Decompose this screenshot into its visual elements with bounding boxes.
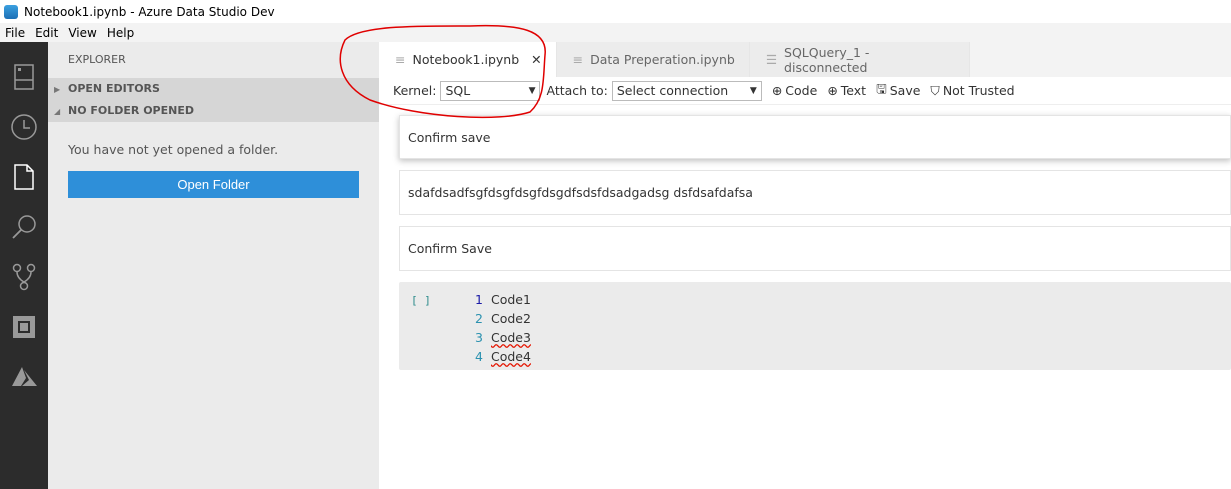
chevron-right-icon: ▶ <box>54 85 61 94</box>
dropdown-arrow-icon: ▼ <box>749 85 757 96</box>
editor-area: ≡ Notebook1.ipynb ✕ ≡ Data Preperation.ipyn… <box>379 42 1231 489</box>
explorer-sidebar: EXPLORER ▶ OPEN EDITORS ◢ NO FOLDER OPENED… <box>48 42 379 489</box>
plus-circle-icon: ⊕ <box>827 83 838 98</box>
explorer-icon[interactable] <box>0 152 48 202</box>
chevron-down-icon: ◢ <box>54 107 61 116</box>
code-editor[interactable]: 1 Code1 2 Code2 3 Code3 4 Code4 <box>469 290 531 366</box>
tab-data-preperation[interactable]: ≡ Data Preperation.ipynb <box>556 42 750 77</box>
save-button[interactable]: 🖫 Save <box>876 80 920 101</box>
app-icon <box>4 4 18 19</box>
tab-sqlquery[interactable]: ☰ SQLQuery_1 - disconnected <box>749 42 970 77</box>
notebook-icon: ≡ <box>572 52 584 67</box>
window-title: Notebook1.ipynb - Azure Data Studio Dev <box>24 4 275 19</box>
history-icon[interactable] <box>0 102 48 152</box>
markdown-cell[interactable]: Confirm save <box>399 115 1231 159</box>
source-control-icon[interactable] <box>0 252 48 302</box>
activity-bar <box>0 42 48 489</box>
plus-circle-icon: ⊕ <box>771 83 783 98</box>
notebook-toolbar: Kernel: SQL ▼ Attach to: Select connectio… <box>379 77 1231 105</box>
extensions-icon[interactable] <box>0 302 48 352</box>
execution-count: [ ] <box>411 294 431 307</box>
title-bar: Notebook1.ipynb - Azure Data Studio Dev <box>0 0 1231 23</box>
markdown-cell[interactable]: Confirm Save <box>399 226 1231 271</box>
database-icon: ☰ <box>765 52 778 67</box>
azure-icon[interactable] <box>0 352 48 402</box>
kernel-select[interactable]: SQL ▼ <box>440 80 541 101</box>
sidebar-title: EXPLORER <box>68 53 126 66</box>
menu-file[interactable]: File <box>0 26 30 40</box>
menu-view[interactable]: View <box>63 26 101 40</box>
trust-button[interactable]: ⛉ Not Trusted <box>930 83 1014 99</box>
tab-bar: ≡ Notebook1.ipynb ✕ ≡ Data Preperation.ipyn… <box>379 42 1231 77</box>
search-icon[interactable] <box>0 202 48 252</box>
notebook-icon: ≡ <box>395 52 406 67</box>
attach-label: Attach to: <box>546 83 608 98</box>
no-folder-message: You have not yet opened a folder. <box>68 142 279 157</box>
menu-help[interactable]: Help <box>102 26 139 40</box>
attach-select[interactable]: Select connection ▼ <box>611 80 762 101</box>
code-line: 2 Code2 <box>475 311 531 326</box>
code-line: 4 Code4 <box>475 349 531 364</box>
shield-icon: ⛉ <box>930 82 940 98</box>
section-no-folder[interactable]: ◢ NO FOLDER OPENED <box>48 100 379 122</box>
tab-notebook1[interactable]: ≡ Notebook1.ipynb ✕ <box>379 42 557 77</box>
dropdown-arrow-icon: ▼ <box>528 85 536 96</box>
close-icon[interactable]: ✕ <box>531 52 541 67</box>
add-text-button[interactable]: ⊕ Text <box>827 83 866 98</box>
kernel-label: Kernel: <box>393 83 437 98</box>
add-code-button[interactable]: ⊕ Code <box>772 83 818 98</box>
markdown-cell[interactable]: sdafdsadfsgfdsgfdsgfdsgdfsdsfdsadgadsg d… <box>399 170 1231 215</box>
code-line: 1 Code1 <box>475 292 531 307</box>
code-cell[interactable]: [ ] 1 Code1 2 Code2 3 Code3 4 Code4 <box>399 282 1231 370</box>
menu-edit[interactable]: Edit <box>30 26 63 40</box>
servers-icon[interactable] <box>0 52 48 102</box>
open-folder-button[interactable]: Open Folder <box>68 171 359 198</box>
menu-bar: File Edit View Help <box>0 23 1231 42</box>
code-line: 3 Code3 <box>475 330 531 345</box>
save-icon: 🖫 <box>876 81 887 96</box>
section-open-editors[interactable]: ▶ OPEN EDITORS <box>48 78 379 100</box>
